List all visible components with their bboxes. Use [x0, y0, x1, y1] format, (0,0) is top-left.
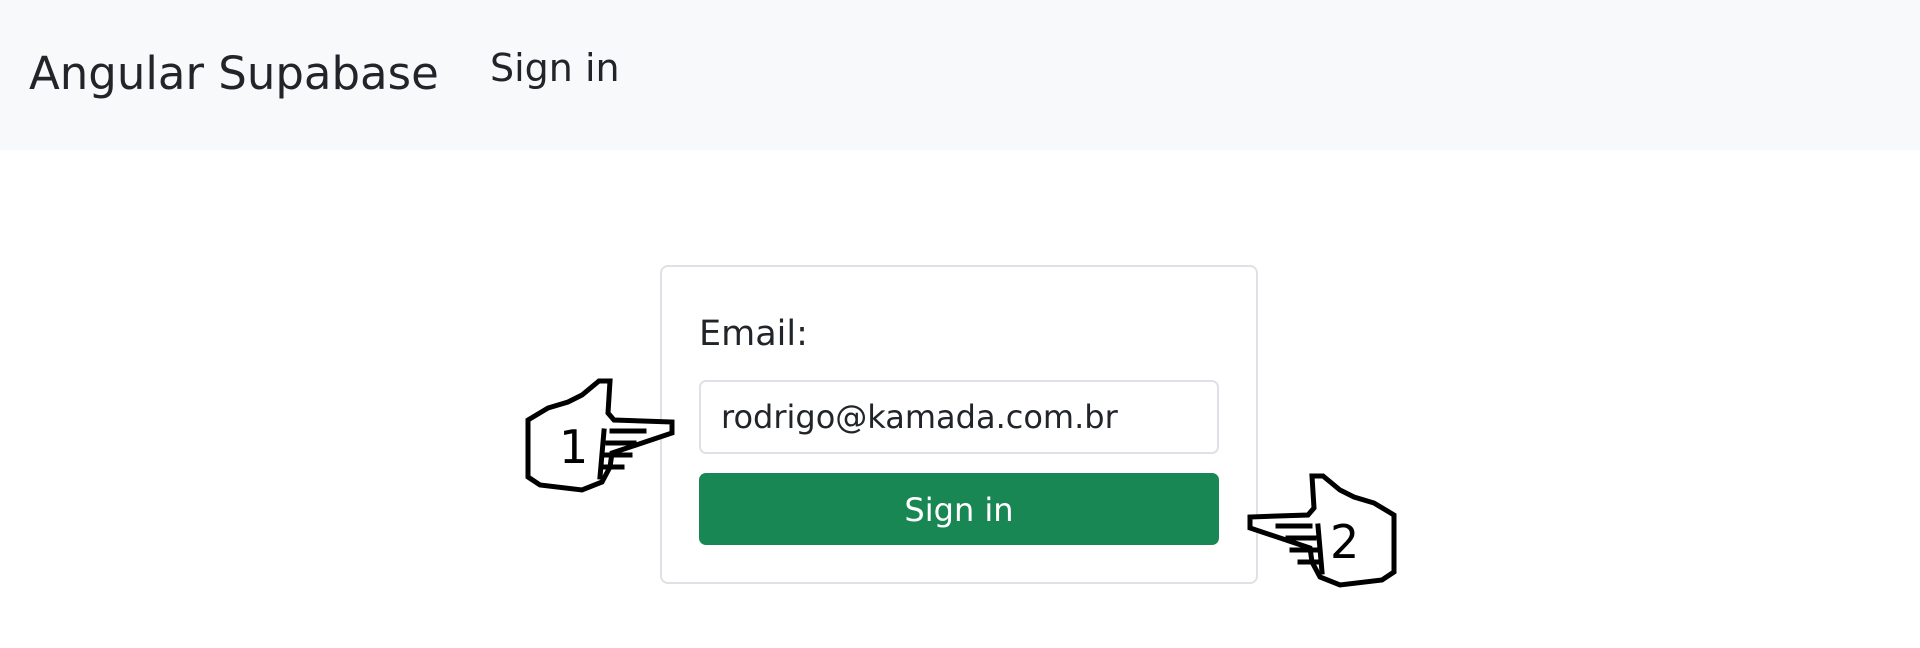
- navbar: Angular Supabase Sign in: [0, 0, 1920, 150]
- sign-in-button[interactable]: Sign in: [699, 473, 1219, 545]
- pointing-hand-icon-2: 2: [1240, 470, 1400, 595]
- pointer-number-1: 1: [559, 420, 589, 474]
- pointer-number-2: 2: [1330, 515, 1360, 569]
- pointing-hand-right-icon: [525, 378, 675, 493]
- pointing-hand-left-icon: [1247, 473, 1397, 588]
- nav-link-sign-in[interactable]: Sign in: [490, 46, 620, 90]
- email-label: Email:: [699, 314, 808, 354]
- navbar-brand[interactable]: Angular Supabase: [29, 46, 439, 102]
- email-input[interactable]: [699, 380, 1219, 454]
- pointing-hand-icon-1: 1: [522, 375, 682, 500]
